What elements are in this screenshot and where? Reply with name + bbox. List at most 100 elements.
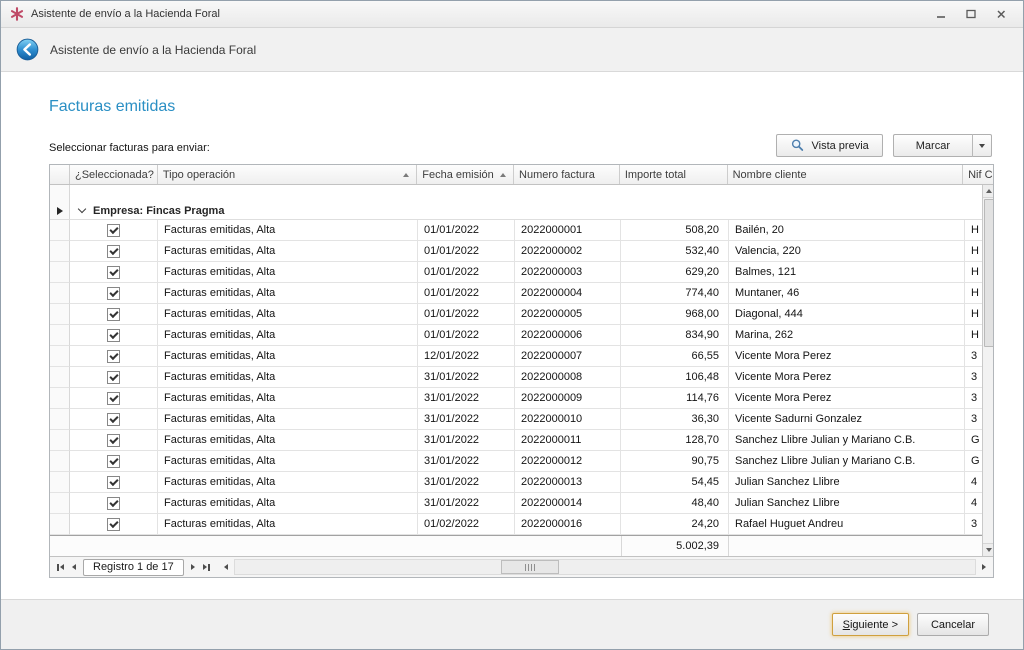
- horizontal-scrollbar[interactable]: [234, 559, 976, 575]
- next-record-button[interactable]: [187, 559, 199, 576]
- selected-cell: [70, 304, 158, 325]
- tipo-operacion-cell: Facturas emitidas, Alta: [158, 262, 418, 283]
- invoice-row[interactable]: Facturas emitidas, Alta 12/01/2022 20220…: [50, 346, 982, 367]
- vertical-scroll-thumb[interactable]: [984, 199, 994, 347]
- invoice-row[interactable]: Facturas emitidas, Alta 01/01/2022 20220…: [50, 241, 982, 262]
- back-button[interactable]: [15, 38, 39, 62]
- next-button[interactable]: Siguiente >: [832, 613, 909, 636]
- nombre-cliente-cell: Vicente Mora Perez: [729, 388, 965, 409]
- invoice-row[interactable]: Facturas emitidas, Alta 01/01/2022 20220…: [50, 262, 982, 283]
- column-header-nombre-cliente[interactable]: Nombre cliente: [728, 165, 963, 184]
- tipo-operacion-cell: Facturas emitidas, Alta: [158, 241, 418, 262]
- nombre-cliente-cell: Diagonal, 444: [729, 304, 965, 325]
- invoice-row[interactable]: Facturas emitidas, Alta 31/01/2022 20220…: [50, 430, 982, 451]
- selected-checkbox[interactable]: [107, 224, 120, 237]
- group-row[interactable]: Empresa: Fincas Pragma: [50, 202, 982, 220]
- invoice-row[interactable]: Facturas emitidas, Alta 31/01/2022 20220…: [50, 451, 982, 472]
- column-header-seleccionada[interactable]: ¿Seleccionada?: [70, 165, 158, 184]
- record-position-label: Registro 1 de 17: [83, 559, 184, 576]
- column-header-nif-cliente[interactable]: Nif C: [963, 165, 993, 184]
- importe-total-cell: 128,70: [621, 430, 729, 451]
- column-header-importe-total[interactable]: Importe total: [620, 165, 728, 184]
- invoice-row[interactable]: Facturas emitidas, Alta 01/01/2022 20220…: [50, 220, 982, 241]
- mark-dropdown-button[interactable]: [972, 134, 992, 157]
- maximize-button[interactable]: [964, 7, 978, 21]
- numero-factura-cell: 2022000004: [515, 283, 621, 304]
- preview-button[interactable]: Vista previa: [776, 134, 882, 157]
- invoice-row[interactable]: Facturas emitidas, Alta 01/01/2022 20220…: [50, 283, 982, 304]
- invoice-row[interactable]: Facturas emitidas, Alta 01/01/2022 20220…: [50, 325, 982, 346]
- hscroll-left-button[interactable]: [220, 559, 232, 576]
- vertical-scrollbar[interactable]: [982, 185, 993, 556]
- summary-total: 5.002,39: [621, 536, 729, 556]
- selected-cell: [70, 514, 158, 535]
- minimize-button[interactable]: [934, 7, 948, 21]
- numero-factura-cell: 2022000016: [515, 514, 621, 535]
- selected-checkbox[interactable]: [107, 413, 120, 426]
- selected-checkbox[interactable]: [107, 392, 120, 405]
- importe-total-cell: 629,20: [621, 262, 729, 283]
- selected-checkbox[interactable]: [107, 476, 120, 489]
- importe-total-cell: 106,48: [621, 367, 729, 388]
- selected-checkbox[interactable]: [107, 245, 120, 258]
- selected-checkbox[interactable]: [107, 350, 120, 363]
- magnifier-icon: [790, 138, 805, 153]
- cancel-button[interactable]: Cancelar: [917, 613, 989, 636]
- group-collapse-chevron-icon[interactable]: [78, 205, 86, 213]
- nif-cliente-cell: 3: [965, 409, 982, 430]
- invoice-row[interactable]: Facturas emitidas, Alta 31/01/2022 20220…: [50, 388, 982, 409]
- selected-checkbox[interactable]: [107, 308, 120, 321]
- row-indicator-cell: [50, 283, 70, 304]
- row-indicator-cell: [50, 493, 70, 514]
- invoice-row[interactable]: Facturas emitidas, Alta 31/01/2022 20220…: [50, 367, 982, 388]
- selected-checkbox[interactable]: [107, 518, 120, 531]
- selected-checkbox[interactable]: [107, 266, 120, 279]
- hscroll-right-button[interactable]: [978, 559, 990, 576]
- triangle-right-icon: [982, 564, 986, 570]
- scroll-down-button[interactable]: [983, 543, 994, 556]
- tipo-operacion-cell: Facturas emitidas, Alta: [158, 367, 418, 388]
- numero-factura-cell: 2022000005: [515, 304, 621, 325]
- titlebar[interactable]: Asistente de envío a la Hacienda Foral: [1, 1, 1023, 28]
- invoice-row[interactable]: Facturas emitidas, Alta 31/01/2022 20220…: [50, 493, 982, 514]
- row-indicator-cell: [50, 514, 70, 535]
- fecha-emision-cell: 01/02/2022: [418, 514, 515, 535]
- invoice-row[interactable]: Facturas emitidas, Alta 31/01/2022 20220…: [50, 409, 982, 430]
- group-label: Empresa: Fincas Pragma: [93, 205, 224, 217]
- mark-button-label: Marcar: [916, 140, 950, 152]
- selected-checkbox[interactable]: [107, 329, 120, 342]
- selected-checkbox[interactable]: [107, 371, 120, 384]
- previous-record-button[interactable]: [68, 559, 80, 576]
- selected-checkbox[interactable]: [107, 287, 120, 300]
- column-header-numero-factura[interactable]: Numero factura: [514, 165, 620, 184]
- first-record-button[interactable]: [53, 559, 68, 576]
- scroll-up-button[interactable]: [983, 185, 994, 198]
- importe-total-cell: 54,45: [621, 472, 729, 493]
- triangle-right-icon: [203, 564, 207, 570]
- invoice-row[interactable]: Facturas emitidas, Alta 01/01/2022 20220…: [50, 304, 982, 325]
- selected-cell: [70, 283, 158, 304]
- invoice-row[interactable]: Facturas emitidas, Alta 01/02/2022 20220…: [50, 514, 982, 535]
- selected-cell: [70, 409, 158, 430]
- nif-cliente-cell: 3: [965, 514, 982, 535]
- nombre-cliente-cell: Bailén, 20: [729, 220, 965, 241]
- column-header-fecha-emision[interactable]: Fecha emisión: [417, 165, 514, 184]
- invoice-row[interactable]: Facturas emitidas, Alta 31/01/2022 20220…: [50, 472, 982, 493]
- fecha-emision-cell: 01/01/2022: [418, 325, 515, 346]
- grid-top-spacer: [50, 185, 982, 202]
- horizontal-scroll-thumb[interactable]: [501, 560, 559, 574]
- selected-checkbox[interactable]: [107, 434, 120, 447]
- column-header-label: ¿Seleccionada?: [75, 169, 154, 181]
- selected-cell: [70, 367, 158, 388]
- selected-checkbox[interactable]: [107, 455, 120, 468]
- column-header-tipo-operacion[interactable]: Tipo operación: [158, 165, 417, 184]
- tipo-operacion-cell: Facturas emitidas, Alta: [158, 472, 418, 493]
- last-record-button[interactable]: [199, 559, 214, 576]
- importe-total-cell: 66,55: [621, 346, 729, 367]
- importe-total-cell: 774,40: [621, 283, 729, 304]
- triangle-left-icon: [60, 564, 64, 570]
- selected-checkbox[interactable]: [107, 497, 120, 510]
- triangle-right-icon: [191, 564, 195, 570]
- mark-button[interactable]: Marcar: [893, 134, 972, 157]
- close-button[interactable]: [994, 7, 1008, 21]
